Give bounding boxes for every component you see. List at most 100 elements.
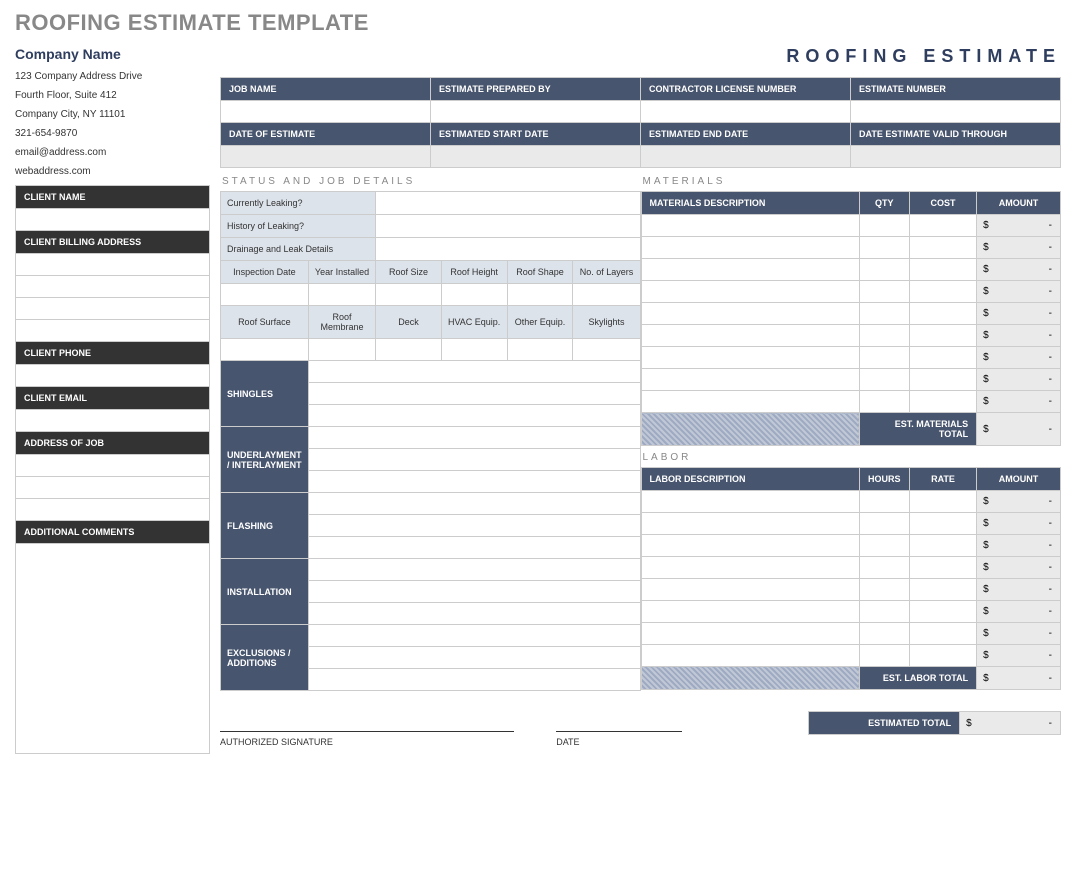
mr6-d[interactable] <box>641 325 859 347</box>
flashing-2[interactable] <box>308 515 640 537</box>
in-roofheight[interactable] <box>441 284 507 306</box>
client-billing-4[interactable] <box>16 320 210 342</box>
job-addr-2[interactable] <box>16 477 210 499</box>
mr8-q[interactable] <box>859 369 909 391</box>
in-history[interactable] <box>376 215 640 238</box>
mr9-c[interactable] <box>909 391 976 413</box>
in-estnum[interactable] <box>851 101 1061 123</box>
in-layers[interactable] <box>573 284 640 306</box>
mr3-d[interactable] <box>641 259 859 281</box>
in-end[interactable] <box>641 146 851 168</box>
mr4-q[interactable] <box>859 281 909 303</box>
lr8-r[interactable] <box>909 645 976 667</box>
lr4-h[interactable] <box>859 557 909 579</box>
lr1-h[interactable] <box>859 491 909 513</box>
client-billing-2[interactable] <box>16 276 210 298</box>
mr8-d[interactable] <box>641 369 859 391</box>
in-roofsize[interactable] <box>376 284 441 306</box>
client-phone-input[interactable] <box>16 365 210 387</box>
underlay-2[interactable] <box>308 449 640 471</box>
client-email-input[interactable] <box>16 410 210 432</box>
mr1-d[interactable] <box>641 215 859 237</box>
install-3[interactable] <box>308 603 640 625</box>
lr2-d[interactable] <box>641 513 859 535</box>
underlay-3[interactable] <box>308 471 640 493</box>
in-skylights[interactable] <box>573 339 640 361</box>
lr3-h[interactable] <box>859 535 909 557</box>
in-deck[interactable] <box>376 339 441 361</box>
lr3-d[interactable] <box>641 535 859 557</box>
excl-1[interactable] <box>308 625 640 647</box>
lr2-h[interactable] <box>859 513 909 535</box>
mr8-c[interactable] <box>909 369 976 391</box>
mr4-c[interactable] <box>909 281 976 303</box>
client-name-input[interactable] <box>16 209 210 231</box>
lr2-r[interactable] <box>909 513 976 535</box>
in-yearinst[interactable] <box>308 284 376 306</box>
mr3-c[interactable] <box>909 259 976 281</box>
job-addr-3[interactable] <box>16 499 210 521</box>
mr7-d[interactable] <box>641 347 859 369</box>
shingles-3[interactable] <box>308 405 640 427</box>
in-license[interactable] <box>641 101 851 123</box>
mr1-c[interactable] <box>909 215 976 237</box>
mr5-c[interactable] <box>909 303 976 325</box>
lr5-r[interactable] <box>909 579 976 601</box>
mr7-q[interactable] <box>859 347 909 369</box>
mr3-q[interactable] <box>859 259 909 281</box>
install-2[interactable] <box>308 581 640 603</box>
date-line[interactable] <box>556 714 682 732</box>
lr7-r[interactable] <box>909 623 976 645</box>
lr4-r[interactable] <box>909 557 976 579</box>
comments-input[interactable] <box>16 544 210 754</box>
in-inspdate[interactable] <box>221 284 309 306</box>
lr5-h[interactable] <box>859 579 909 601</box>
lr1-d[interactable] <box>641 491 859 513</box>
lr6-r[interactable] <box>909 601 976 623</box>
mr5-q[interactable] <box>859 303 909 325</box>
lr5-d[interactable] <box>641 579 859 601</box>
excl-3[interactable] <box>308 669 640 691</box>
in-prepby[interactable] <box>431 101 641 123</box>
shingles-1[interactable] <box>308 361 640 383</box>
mr6-q[interactable] <box>859 325 909 347</box>
lr6-h[interactable] <box>859 601 909 623</box>
mr2-q[interactable] <box>859 237 909 259</box>
in-valid[interactable] <box>851 146 1061 168</box>
in-dateest[interactable] <box>221 146 431 168</box>
mr5-d[interactable] <box>641 303 859 325</box>
mr1-q[interactable] <box>859 215 909 237</box>
client-billing-1[interactable] <box>16 254 210 276</box>
in-leaking[interactable] <box>376 192 640 215</box>
mr4-d[interactable] <box>641 281 859 303</box>
in-other[interactable] <box>507 339 573 361</box>
mr6-c[interactable] <box>909 325 976 347</box>
lr6-d[interactable] <box>641 601 859 623</box>
in-membrane[interactable] <box>308 339 376 361</box>
underlay-1[interactable] <box>308 427 640 449</box>
install-1[interactable] <box>308 559 640 581</box>
lr3-r[interactable] <box>909 535 976 557</box>
flashing-3[interactable] <box>308 537 640 559</box>
client-billing-3[interactable] <box>16 298 210 320</box>
lr4-d[interactable] <box>641 557 859 579</box>
in-hvac[interactable] <box>441 339 507 361</box>
in-jobname[interactable] <box>221 101 431 123</box>
lr7-h[interactable] <box>859 623 909 645</box>
mr2-c[interactable] <box>909 237 976 259</box>
flashing-1[interactable] <box>308 493 640 515</box>
lr8-d[interactable] <box>641 645 859 667</box>
in-drainage[interactable] <box>376 238 640 261</box>
lr1-r[interactable] <box>909 491 976 513</box>
in-start[interactable] <box>431 146 641 168</box>
shingles-2[interactable] <box>308 383 640 405</box>
sig-line[interactable] <box>220 714 514 732</box>
in-surface[interactable] <box>221 339 309 361</box>
mr9-q[interactable] <box>859 391 909 413</box>
mr7-c[interactable] <box>909 347 976 369</box>
lr8-h[interactable] <box>859 645 909 667</box>
excl-2[interactable] <box>308 647 640 669</box>
job-addr-1[interactable] <box>16 455 210 477</box>
lr7-d[interactable] <box>641 623 859 645</box>
in-roofshape[interactable] <box>507 284 573 306</box>
